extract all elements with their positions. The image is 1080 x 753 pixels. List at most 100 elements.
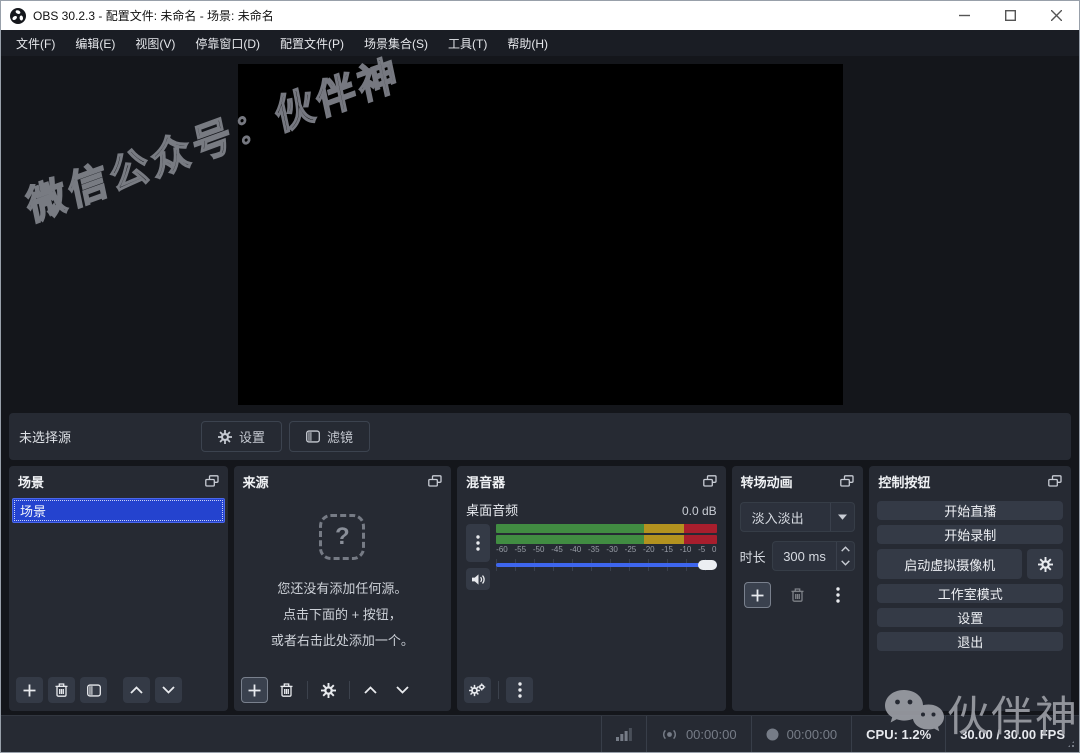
stream-time-value: 00:00:00 bbox=[686, 727, 737, 742]
chevron-down-icon bbox=[162, 686, 175, 694]
add-source-button[interactable] bbox=[241, 677, 268, 703]
menu-item-3[interactable]: 视图(V) bbox=[126, 31, 184, 56]
db-scale-tick: -20 bbox=[643, 545, 655, 554]
mixer-db-scale: -60-55-50-45-40-35-30-25-20-15-10-50 bbox=[496, 545, 716, 554]
slider-handle[interactable] bbox=[698, 560, 717, 570]
chevron-up-icon bbox=[130, 686, 143, 694]
transition-selected-value: 淡入淡出 bbox=[741, 508, 831, 527]
obs-window: OBS 30.2.3 - 配置文件: 未命名 - 场景: 未命名 文件(F)编辑… bbox=[0, 0, 1080, 753]
menu-item-8[interactable]: 帮助(H) bbox=[498, 31, 557, 56]
volume-slider[interactable] bbox=[496, 558, 716, 572]
transitions-panel-title: 转场动画 bbox=[741, 472, 793, 491]
db-scale-tick: -55 bbox=[515, 545, 527, 554]
trash-icon bbox=[280, 683, 293, 697]
source-properties-label: 设置 bbox=[239, 427, 265, 446]
record-time-value: 00:00:00 bbox=[787, 727, 838, 742]
mute-button[interactable] bbox=[466, 568, 490, 590]
db-scale-tick: -25 bbox=[625, 545, 637, 554]
chevron-down-icon bbox=[396, 686, 409, 694]
remove-scene-button[interactable] bbox=[48, 677, 75, 703]
menu-item-7[interactable]: 工具(T) bbox=[439, 31, 496, 56]
scene-list: 场景 bbox=[9, 496, 228, 675]
popout-icon[interactable] bbox=[1048, 475, 1062, 487]
volume-meter-bar bbox=[496, 535, 716, 544]
filter-icon bbox=[87, 684, 101, 697]
transition-select[interactable]: 淡入淡出 bbox=[740, 502, 856, 532]
db-scale-tick: -10 bbox=[680, 545, 692, 554]
plus-icon bbox=[248, 684, 261, 697]
stream-timer: 00:00:00 bbox=[646, 716, 751, 752]
source-move-up-button[interactable] bbox=[357, 677, 384, 703]
popout-icon[interactable] bbox=[703, 475, 717, 487]
menu-item-5[interactable]: 配置文件(P) bbox=[271, 31, 353, 56]
studio-mode-button[interactable]: 工作室模式 bbox=[877, 584, 1063, 603]
advanced-audio-button[interactable] bbox=[464, 677, 491, 703]
source-move-down-button[interactable] bbox=[389, 677, 416, 703]
duration-decrease-button[interactable] bbox=[837, 556, 854, 570]
popout-icon[interactable] bbox=[840, 475, 854, 487]
status-bar: 00:00:00 00:00:00 CPU: 1.2% 30.00 / 30.0… bbox=[1, 715, 1079, 752]
db-scale-tick: -50 bbox=[533, 545, 545, 554]
mixer-panel-title: 混音器 bbox=[466, 472, 505, 491]
db-scale-tick: -40 bbox=[570, 545, 582, 554]
start-recording-button[interactable]: 开始录制 bbox=[877, 525, 1063, 544]
source-filters-label: 滤镜 bbox=[327, 427, 353, 446]
dropdown-arrow-icon bbox=[838, 514, 847, 520]
track-options-button[interactable] bbox=[466, 524, 490, 562]
settings-button[interactable]: 设置 bbox=[877, 608, 1063, 627]
volume-meter-bar bbox=[496, 524, 716, 533]
remove-transition-button[interactable] bbox=[784, 582, 811, 608]
no-source-label: 未选择源 bbox=[19, 427, 71, 446]
virtual-camera-settings-button[interactable] bbox=[1027, 549, 1063, 579]
scenes-panel: 场景 场景 bbox=[9, 466, 228, 711]
cpu-usage: CPU: 1.2% bbox=[851, 716, 945, 752]
duration-spinner[interactable]: 300 ms bbox=[772, 541, 856, 571]
menu-item-2[interactable]: 编辑(E) bbox=[66, 31, 124, 56]
gear-icon bbox=[218, 430, 232, 444]
source-properties-toolbar-button[interactable] bbox=[315, 677, 342, 703]
db-scale-tick: 0 bbox=[712, 545, 716, 554]
preview-canvas[interactable] bbox=[238, 64, 843, 405]
scene-move-up-button[interactable] bbox=[123, 677, 150, 703]
scene-list-item[interactable]: 场景 bbox=[12, 498, 225, 523]
start-streaming-button[interactable]: 开始直播 bbox=[877, 501, 1063, 520]
trash-icon bbox=[55, 683, 68, 697]
transition-properties-button[interactable] bbox=[824, 582, 851, 608]
chevron-down-icon bbox=[841, 560, 850, 566]
maximize-button[interactable] bbox=[987, 1, 1033, 30]
question-mark-icon: ? bbox=[319, 514, 365, 560]
db-scale-tick: -35 bbox=[588, 545, 600, 554]
filter-icon bbox=[306, 430, 320, 443]
duration-label: 时长 bbox=[740, 547, 766, 566]
audio-track-name: 桌面音频 bbox=[466, 500, 518, 519]
broadcast-icon bbox=[661, 728, 678, 741]
source-list[interactable]: ? 您还没有添加任何源。 点击下面的 + 按钮， 或者右击此处添加一个。 bbox=[234, 496, 452, 675]
popout-icon[interactable] bbox=[428, 475, 442, 487]
mixer-options-button[interactable] bbox=[506, 677, 533, 703]
scene-move-down-button[interactable] bbox=[155, 677, 182, 703]
scene-filters-button[interactable] bbox=[80, 677, 107, 703]
minimize-button[interactable] bbox=[941, 1, 987, 30]
network-signal-icon bbox=[616, 728, 632, 741]
source-filters-button[interactable]: 滤镜 bbox=[289, 421, 370, 452]
add-scene-button[interactable] bbox=[16, 677, 43, 703]
duration-value: 300 ms bbox=[773, 549, 837, 564]
menu-item-1[interactable]: 文件(F) bbox=[7, 31, 64, 56]
sources-panel: 来源 ? 您还没有添加任何源。 点击下面的 + 按钮， 或者右击此处添加一个。 bbox=[234, 466, 452, 711]
double-gear-icon bbox=[469, 683, 486, 698]
audio-track-db-value: 0.0 dB bbox=[682, 504, 717, 518]
source-properties-button[interactable]: 设置 bbox=[201, 421, 282, 452]
add-transition-button[interactable] bbox=[744, 582, 771, 608]
menu-item-4[interactable]: 停靠窗口(D) bbox=[186, 31, 269, 56]
dots-vertical-icon bbox=[836, 587, 840, 603]
close-button[interactable] bbox=[1033, 1, 1079, 30]
duration-increase-button[interactable] bbox=[837, 542, 854, 556]
exit-button[interactable]: 退出 bbox=[877, 632, 1063, 651]
dots-vertical-icon bbox=[518, 682, 522, 698]
remove-source-button[interactable] bbox=[273, 677, 300, 703]
scenes-panel-title: 场景 bbox=[18, 472, 44, 491]
menu-item-6[interactable]: 场景集合(S) bbox=[355, 31, 437, 56]
start-virtual-camera-button[interactable]: 启动虚拟摄像机 bbox=[877, 549, 1022, 579]
db-scale-tick: -5 bbox=[698, 545, 705, 554]
popout-icon[interactable] bbox=[205, 475, 219, 487]
